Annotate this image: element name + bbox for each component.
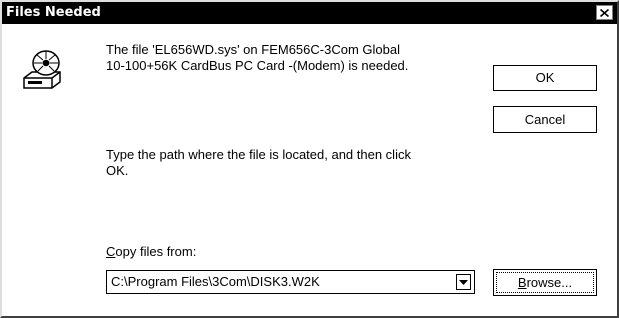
close-icon: [600, 8, 609, 17]
cancel-button[interactable]: Cancel: [493, 106, 597, 133]
message-text: The file 'EL656WD.sys' on FEM656C-3Com G…: [106, 42, 486, 74]
disk-drive-cd-icon: [23, 50, 61, 89]
message-line-2: 10-100+56K CardBus PC Card -(Modem) is n…: [106, 58, 409, 73]
close-button[interactable]: [596, 5, 613, 20]
copy-label-mnemonic: C: [106, 244, 116, 259]
message-line-1: The file 'EL656WD.sys' on FEM656C-3Com G…: [106, 42, 400, 57]
files-needed-dialog: Files Needed The file 'EL656WD.sys' on F…: [0, 0, 619, 318]
instruction-text: Type the path where the file is located,…: [106, 147, 486, 179]
browse-button[interactable]: Browse...: [493, 269, 597, 296]
browse-label-rest: rowse...: [526, 275, 573, 290]
copy-files-from-combobox[interactable]: C:\Program Files\3Com\DISK3.W2K: [106, 270, 475, 294]
copy-label-rest: opy files from:: [115, 244, 197, 259]
instruction-line-1: Type the path where the file is located,…: [106, 147, 411, 162]
path-value[interactable]: C:\Program Files\3Com\DISK3.W2K: [111, 274, 320, 290]
browse-focus-rect: Browse...: [496, 272, 594, 293]
ok-button[interactable]: OK: [493, 65, 597, 91]
dropdown-arrow-icon: [459, 279, 468, 285]
title-bar[interactable]: Files Needed: [2, 2, 617, 24]
copy-files-from-label: Copy files from:: [106, 244, 196, 260]
instruction-line-2: OK.: [106, 163, 129, 178]
window-title: Files Needed: [6, 5, 101, 20]
browse-mnemonic: B: [517, 275, 527, 290]
dropdown-button[interactable]: [456, 274, 471, 290]
